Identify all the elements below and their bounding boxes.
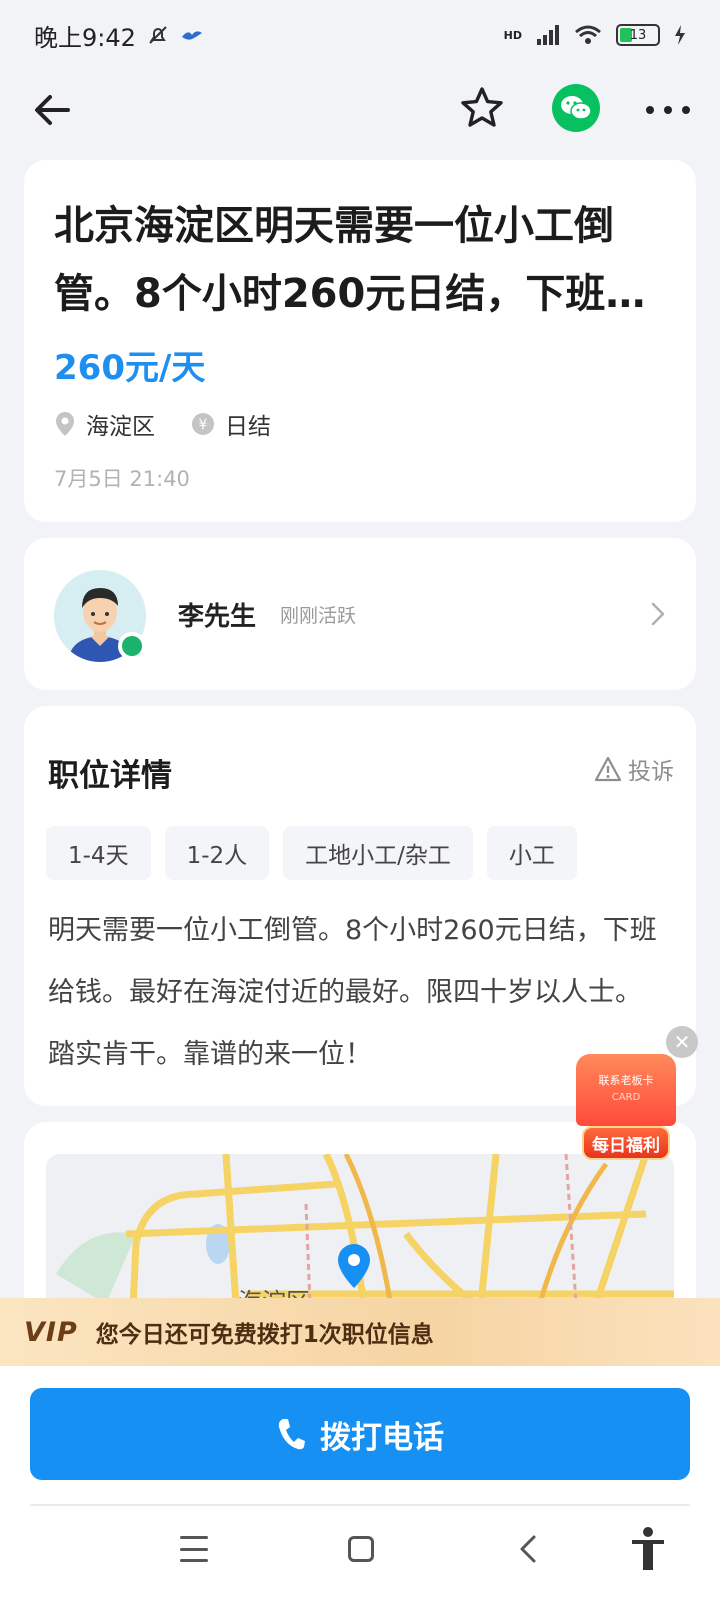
job-title: 北京海淀区明天需要一位小工倒管。8个小时260元日结，下班给钱。最好在海淀付近的… bbox=[54, 203, 646, 317]
wechat-icon bbox=[561, 96, 592, 120]
job-location-text: 海淀区 bbox=[86, 414, 155, 440]
battery-level: 13 bbox=[629, 27, 647, 43]
location-pin-icon bbox=[56, 412, 74, 436]
close-icon: ✕ bbox=[673, 1030, 691, 1054]
job-location: 海淀区 bbox=[54, 407, 155, 441]
phone-icon bbox=[278, 1419, 305, 1450]
charging-icon bbox=[675, 25, 685, 45]
promo-card-graphic: 联系老板卡 CARD bbox=[576, 1054, 676, 1126]
more-button[interactable] bbox=[646, 102, 690, 118]
job-details-card: 职位详情 投诉 1-4天 1-2人 工地小工/杂工 小工 明天需要一位小工倒管。… bbox=[24, 706, 696, 1106]
poster-active-status: 刚刚活跃 bbox=[280, 605, 357, 627]
online-status-dot bbox=[118, 632, 146, 660]
back-button[interactable] bbox=[30, 88, 74, 132]
report-button[interactable]: 投诉 bbox=[594, 752, 674, 786]
accessibility-icon[interactable] bbox=[628, 1526, 668, 1572]
job-tag: 1-4天 bbox=[46, 826, 151, 880]
mute-bell-icon bbox=[149, 26, 167, 44]
call-button-label: 拨打电话 bbox=[320, 1419, 444, 1456]
job-post-time: 7月5日 21:40 bbox=[54, 467, 190, 491]
job-pay-cycle-text: 日结 bbox=[225, 414, 271, 440]
battery-icon: 13 bbox=[616, 24, 660, 46]
daily-welfare-promo[interactable]: 联系老板卡 CARD 每日福利 bbox=[576, 1054, 676, 1162]
signal-icon bbox=[537, 25, 559, 45]
menu-icon bbox=[180, 1536, 208, 1539]
network-type: HD bbox=[503, 28, 522, 42]
job-tag: 1-2人 bbox=[164, 826, 270, 880]
svg-text:¥: ¥ bbox=[199, 417, 208, 433]
status-time: 晚上9:42 bbox=[34, 23, 136, 52]
recents-button[interactable] bbox=[180, 1536, 208, 1562]
chevron-right-icon bbox=[651, 602, 665, 626]
vip-banner[interactable]: VIP 您今日还可免费拨打1次职位信息 bbox=[0, 1298, 720, 1366]
favorite-button[interactable] bbox=[458, 84, 506, 132]
job-tags: 1-4天 1-2人 工地小工/杂工 小工 bbox=[46, 826, 577, 880]
location-marker-icon bbox=[338, 1244, 370, 1288]
job-salary: 260元/天 bbox=[54, 348, 206, 388]
call-button[interactable]: 拨打电话 bbox=[30, 1388, 690, 1480]
job-summary-card: 北京海淀区明天需要一位小工倒管。8个小时260元日结，下班给钱。最好在海淀付近的… bbox=[24, 160, 696, 522]
section-title: 职位详情 bbox=[48, 758, 172, 794]
status-left: 晚上9:42 bbox=[34, 18, 204, 53]
bird-app-icon bbox=[181, 31, 202, 40]
system-nav-bar bbox=[0, 1506, 720, 1600]
job-tag: 工地小工/杂工 bbox=[283, 826, 473, 880]
warning-icon bbox=[594, 756, 622, 782]
poster-card[interactable]: 李先生 刚刚活跃 bbox=[24, 538, 696, 690]
vip-logo: VIP bbox=[24, 1316, 78, 1348]
home-button[interactable] bbox=[348, 1536, 374, 1562]
back-arrow-icon bbox=[35, 95, 70, 125]
report-label: 投诉 bbox=[628, 759, 674, 785]
yen-coin-icon: ¥ bbox=[192, 413, 214, 435]
promo-top-text: 联系老板卡 bbox=[598, 1074, 654, 1087]
job-description: 明天需要一位小工倒管。8个小时260元日结，下班给钱。最好在海淀付近的最好。限四… bbox=[48, 915, 657, 1070]
top-nav bbox=[0, 72, 720, 148]
wechat-share-button[interactable] bbox=[552, 84, 600, 132]
job-pay-cycle: ¥ 日结 bbox=[191, 407, 271, 441]
poster-name: 李先生 bbox=[178, 602, 257, 632]
wifi-icon bbox=[575, 25, 601, 44]
status-right: HD 13 bbox=[504, 24, 686, 46]
more-dots-icon bbox=[646, 106, 654, 114]
status-bar: 晚上9:42 HD 13 bbox=[0, 0, 720, 70]
promo-card-text: CARD bbox=[611, 1092, 641, 1103]
bottom-action-area: 拨打电话 bbox=[0, 1366, 720, 1506]
system-back-icon[interactable] bbox=[516, 1534, 540, 1564]
star-icon bbox=[461, 87, 503, 127]
promo-label: 每日福利 bbox=[582, 1126, 670, 1160]
vip-message: 您今日还可免费拨打1次职位信息 bbox=[95, 1322, 434, 1348]
job-tag: 小工 bbox=[486, 826, 577, 880]
job-meta: 海淀区 ¥ 日结 bbox=[54, 407, 666, 441]
